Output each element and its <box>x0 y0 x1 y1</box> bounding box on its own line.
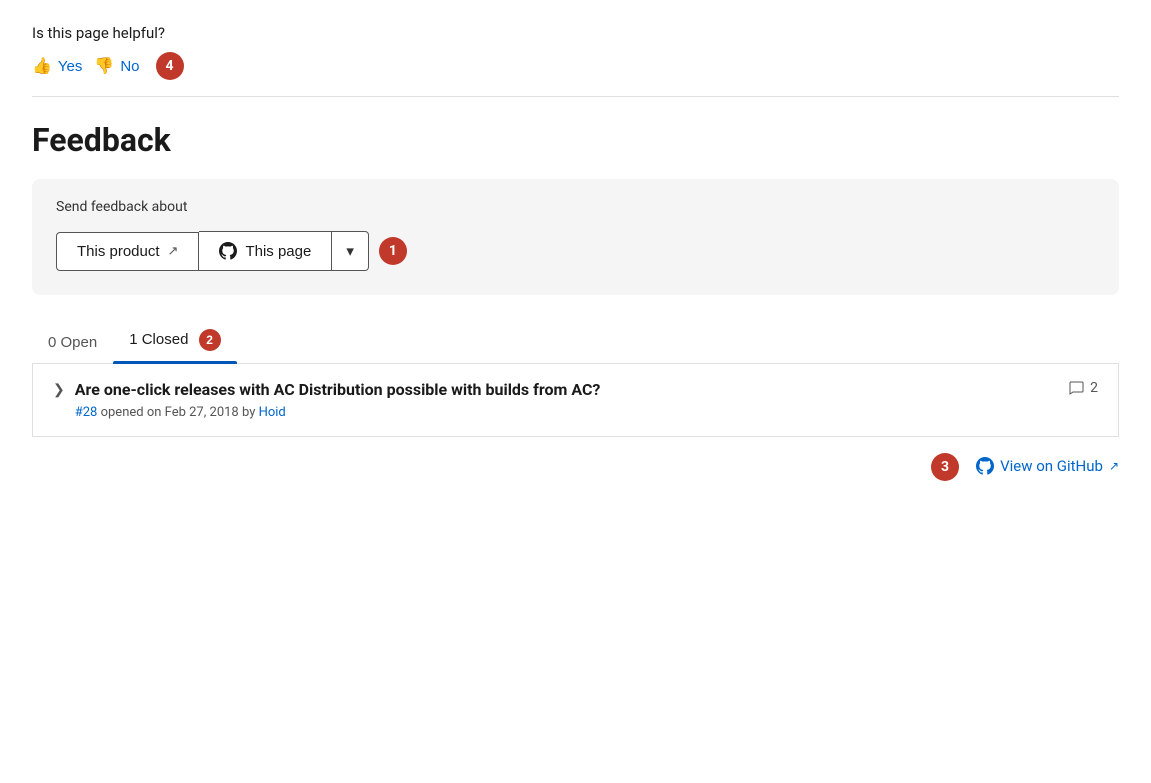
tab-closed-badge: 2 <box>199 329 221 351</box>
feedback-buttons-row: This product ↗ This page ▾ 1 <box>56 231 1095 271</box>
issue-left: ❯ Are one-click releases with AC Distrib… <box>53 380 600 420</box>
feedback-title: Feedback <box>32 121 1119 159</box>
helpful-badge: 4 <box>156 52 184 80</box>
issue-right: 2 <box>1068 380 1098 396</box>
no-label: No <box>120 58 139 75</box>
tab-open-label: 0 Open <box>48 334 97 351</box>
helpful-buttons: 👍 Yes 👎 No 4 <box>32 52 1119 80</box>
page-btn-label: This page <box>245 243 311 260</box>
helpful-question: Is this page helpful? <box>32 24 1119 42</box>
product-btn-label: This product <box>77 243 160 260</box>
view-github-label: View on GitHub <box>1000 457 1103 475</box>
tab-closed[interactable]: 1 Closed 2 <box>113 319 236 363</box>
issue-expand-chevron[interactable]: ❯ <box>53 382 65 398</box>
issue-meta-text: opened on Feb 27, 2018 by <box>101 405 259 420</box>
view-github-external-icon: ↗ <box>1109 459 1119 473</box>
issue-meta: #28 opened on Feb 27, 2018 by Hoid <box>75 405 601 420</box>
this-page-button[interactable]: This page <box>199 231 332 271</box>
issue-number[interactable]: #28 <box>75 405 98 420</box>
issue-title: Are one-click releases with AC Distribut… <box>75 380 601 399</box>
yes-label: Yes <box>58 58 82 75</box>
issue-author[interactable]: Hoid <box>259 405 286 420</box>
this-product-button[interactable]: This product ↗ <box>56 232 199 271</box>
tabs-row: 0 Open 1 Closed 2 <box>32 319 1119 364</box>
issue-comments-count: 2 <box>1090 380 1098 396</box>
feedback-card: Send feedback about This product ↗ This … <box>32 179 1119 295</box>
page-dropdown-button[interactable]: ▾ <box>332 231 369 271</box>
thumbs-up-icon: 👍 <box>32 56 52 76</box>
github-badge-3: 3 <box>931 453 959 481</box>
thumbs-down-icon: 👎 <box>94 56 114 76</box>
github-view-icon <box>976 457 994 475</box>
send-feedback-label: Send feedback about <box>56 199 1095 215</box>
chevron-down-icon: ▾ <box>346 243 354 260</box>
github-icon <box>219 242 237 260</box>
view-github-row: 3 View on GitHub ↗ <box>32 457 1119 475</box>
comment-icon <box>1068 380 1084 396</box>
tab-closed-label: 1 Closed <box>129 331 188 348</box>
external-link-icon: ↗ <box>168 243 179 259</box>
issue-row: ❯ Are one-click releases with AC Distrib… <box>32 364 1119 437</box>
view-on-github-link[interactable]: View on GitHub ↗ <box>976 457 1119 475</box>
helpful-section: Is this page helpful? 👍 Yes 👎 No 4 <box>32 24 1119 97</box>
issue-content: Are one-click releases with AC Distribut… <box>75 380 601 420</box>
no-button[interactable]: 👎 No <box>94 52 139 80</box>
yes-button[interactable]: 👍 Yes <box>32 52 82 80</box>
feedback-badge-1: 1 <box>379 237 407 265</box>
tab-open[interactable]: 0 Open <box>32 324 113 363</box>
